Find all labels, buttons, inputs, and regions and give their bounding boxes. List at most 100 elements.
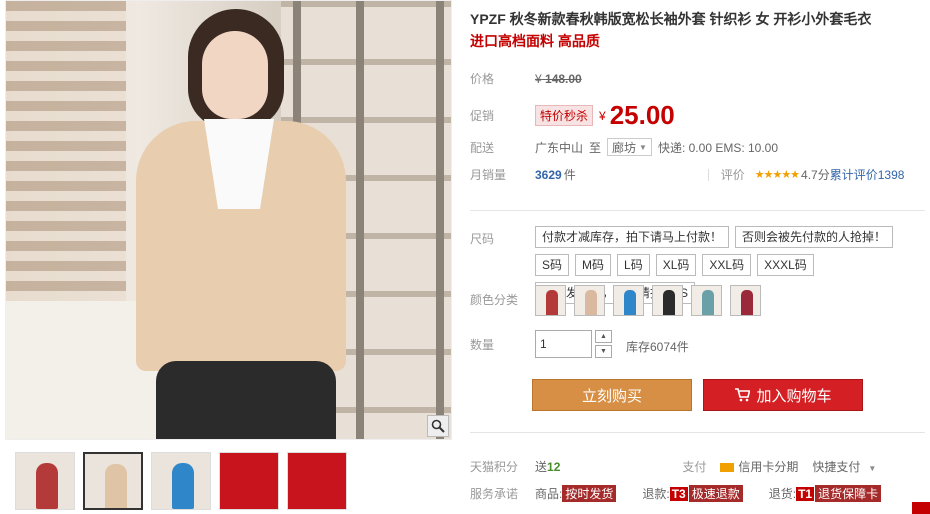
buy-now-button[interactable]: 立刻购买: [532, 379, 692, 411]
add-to-cart-label: 加入购物车: [756, 387, 832, 405]
points-prefix: 送: [535, 460, 548, 474]
size-option[interactable]: S码: [535, 254, 570, 276]
size-option[interactable]: M码: [575, 254, 612, 276]
chevron-down-icon: ▼: [639, 142, 647, 152]
shipping-label: 配送: [470, 140, 495, 155]
shipping-fees: 快递: 0.00 EMS: 10.00: [657, 140, 779, 155]
thumbnail-figure: [36, 463, 58, 509]
swatch-figure: [702, 290, 714, 315]
color-label: 颜色分类: [470, 293, 519, 307]
t3-badge: T3: [669, 486, 688, 501]
points-row: 天猫积分 送 12 支付 信用卡分期 快捷支付 ▼: [470, 458, 876, 475]
product-subtitle: 进口高档面料 高品质: [470, 33, 600, 49]
swatch-figure: [585, 290, 597, 315]
thumbnail[interactable]: [219, 452, 279, 510]
model-skirt: [156, 361, 336, 439]
product-header: YPZF 秋冬新款春秋韩版宽松长袖外套 针织衫 女 开衫小外套毛衣 进口高档面料…: [470, 8, 925, 52]
add-to-cart-button[interactable]: 加入购物车: [703, 379, 863, 411]
color-swatch[interactable]: [574, 285, 605, 316]
corner-tag: [912, 502, 930, 514]
color-label-row: 颜色分类: [470, 291, 535, 308]
on-time-delivery-badge[interactable]: 按时发货: [562, 485, 617, 502]
service-row: 服务承诺 商品: 按时发货 退款: T3 极速退款 退货: T1 退货保障卡: [470, 485, 882, 502]
shipping-to-word: 至: [589, 140, 602, 155]
size-label-row: 尺码: [470, 230, 535, 247]
monthly-sales-label: 月销量: [470, 168, 507, 182]
promo-label: 促销: [470, 109, 495, 123]
swatch-figure: [546, 290, 558, 315]
background-window: [6, 1, 126, 301]
color-options: [535, 285, 761, 316]
size-option[interactable]: 付款才减库存，拍下请马上付款！: [535, 226, 730, 248]
quantity-down-icon[interactable]: ▼: [595, 345, 612, 358]
size-option[interactable]: XXXL码: [757, 254, 814, 276]
thumbnail[interactable]: [151, 452, 211, 510]
quantity-up-icon[interactable]: ▲: [595, 330, 612, 343]
main-product-image[interactable]: [5, 0, 452, 440]
color-swatch[interactable]: [691, 285, 722, 316]
shipping-from: 广东中山: [535, 140, 584, 155]
credit-installment[interactable]: 信用卡分期: [720, 458, 798, 475]
color-swatch[interactable]: [535, 285, 566, 316]
color-swatch[interactable]: [652, 285, 683, 316]
fast-refund-badge[interactable]: 极速退款: [688, 485, 743, 502]
divider: [470, 432, 925, 433]
return-guarantee-badge[interactable]: 退货保障卡: [815, 485, 882, 502]
thumbnail-figure: [172, 463, 194, 509]
size-label: 尺码: [470, 232, 495, 246]
points-value: 12: [547, 459, 561, 474]
buy-now-label: 立刻购买: [581, 387, 642, 405]
color-swatch[interactable]: [613, 285, 644, 316]
size-option[interactable]: 否则会被先付款的人抢掉！: [735, 226, 894, 248]
refund-prefix: 退款:: [642, 487, 670, 501]
thumbnail[interactable]: [15, 452, 75, 510]
thumbnail-strip: [15, 452, 347, 510]
model-face: [202, 31, 268, 119]
payment-label: 支付: [682, 460, 707, 474]
price-row: 价格 ¥ 148.00: [470, 70, 582, 87]
promo-currency: ¥: [599, 108, 606, 123]
t1-badge: T1: [796, 486, 815, 501]
cart-icon: [735, 388, 751, 402]
credit-installment-label: 信用卡分期: [738, 460, 799, 474]
thumbnail[interactable]: [83, 452, 143, 510]
promo-row: 促销 特价秒杀 ¥ 25.00: [470, 100, 675, 131]
quick-pay-dropdown[interactable]: 快捷支付 ▼: [812, 458, 876, 475]
service-label: 服务承诺: [470, 487, 519, 501]
sales-row: 月销量 3629 件 评价 ★★★★★ 4.7分 累计评价1398: [470, 166, 904, 183]
promo-tag: 特价秒杀: [535, 105, 594, 126]
zoom-icon[interactable]: [427, 415, 449, 437]
color-swatch[interactable]: [730, 285, 761, 316]
quick-pay-label: 快捷支付: [812, 460, 861, 474]
original-price-value: 148.00: [545, 71, 582, 86]
destination-value: 廊坊: [612, 140, 637, 155]
credit-card-icon: [720, 463, 735, 473]
promo-price: 25.00: [609, 100, 675, 130]
size-option[interactable]: L码: [617, 254, 650, 276]
quantity-label: 数量: [470, 338, 495, 352]
shelf-post: [356, 1, 364, 439]
product-title: YPZF 秋冬新款春秋韩版宽松长袖外套 针织衫 女 开衫小外套毛衣: [470, 11, 872, 27]
monthly-sales-count: 3629: [535, 167, 562, 182]
shipping-row: 配送 广东中山 至 廊坊 ▼ 快递: 0.00 EMS: 10.00: [470, 138, 778, 156]
size-option[interactable]: XXL码: [702, 254, 752, 276]
thumbnail[interactable]: [287, 452, 347, 510]
swatch-figure: [663, 290, 675, 315]
return-prefix: 退货:: [768, 487, 797, 501]
review-count-link[interactable]: 累计评价1398: [830, 166, 905, 183]
destination-select[interactable]: 廊坊 ▼: [607, 138, 652, 156]
size-option[interactable]: XL码: [655, 254, 697, 276]
goods-prefix: 商品:: [535, 487, 563, 501]
divider: [707, 168, 709, 181]
currency-symbol: ¥: [535, 71, 542, 86]
quantity-input[interactable]: [535, 330, 592, 358]
quantity-label-row: 数量: [470, 336, 535, 353]
divider: [470, 210, 925, 211]
price-label: 价格: [470, 72, 495, 86]
points-label: 天猫积分: [470, 460, 519, 474]
swatch-figure: [624, 290, 636, 315]
thumbnail-figure: [105, 464, 127, 508]
shelf-post: [436, 1, 444, 439]
original-price: ¥ 148.00: [535, 72, 582, 86]
monthly-sales-unit: 件: [563, 168, 576, 182]
